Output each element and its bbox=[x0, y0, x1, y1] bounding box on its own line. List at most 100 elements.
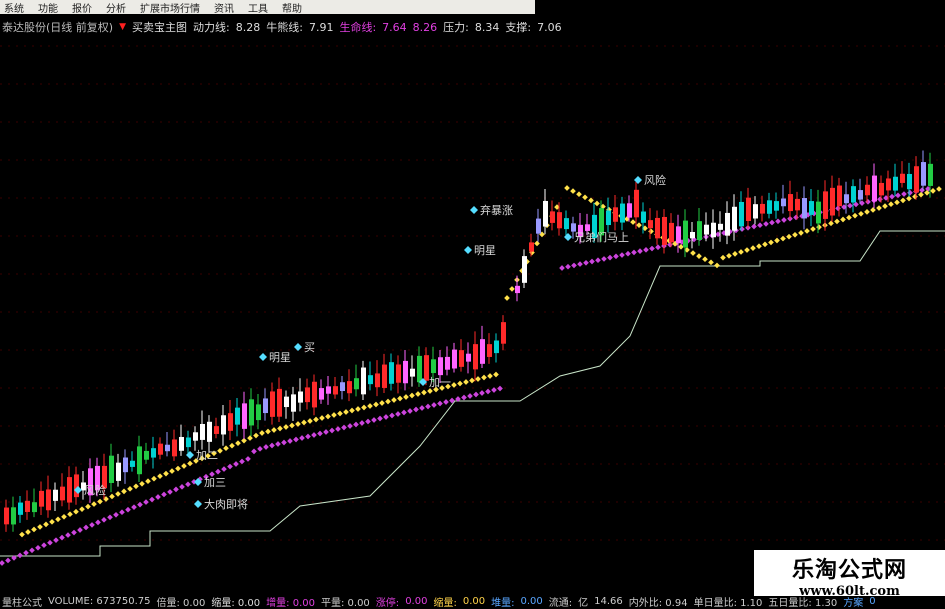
candle-body bbox=[18, 502, 23, 515]
candle-body bbox=[11, 507, 16, 525]
support-dot bbox=[253, 432, 259, 439]
watermark-title: 乐淘公式网 bbox=[791, 557, 907, 583]
candle-body bbox=[60, 486, 65, 501]
candle-body bbox=[382, 364, 387, 388]
power-value: 8.28 bbox=[235, 20, 261, 34]
trend-dot bbox=[413, 406, 419, 413]
candle-body bbox=[739, 201, 744, 227]
candle-body bbox=[879, 182, 884, 196]
annotation-marker-icon bbox=[294, 343, 302, 351]
candle-body bbox=[186, 437, 191, 448]
candle-body bbox=[431, 359, 436, 374]
support-dot bbox=[678, 244, 684, 250]
menu-market[interactable]: 扩展市场行情 bbox=[140, 0, 200, 15]
candle-body bbox=[473, 344, 478, 370]
trend-dot bbox=[491, 387, 497, 393]
trend-dot bbox=[131, 504, 137, 510]
menu-quote[interactable]: 报价 bbox=[72, 0, 92, 15]
trend-dot bbox=[763, 221, 769, 227]
menu-function[interactable]: 功能 bbox=[38, 0, 58, 15]
candle-body bbox=[46, 489, 51, 511]
support-dot bbox=[924, 189, 930, 196]
volume-value: VOLUME: 673750.75 bbox=[48, 596, 151, 607]
expand-volume: 增量: 0.00 bbox=[266, 598, 315, 609]
support-dot bbox=[259, 430, 265, 436]
trend-dot bbox=[347, 423, 353, 429]
support-dot bbox=[367, 403, 373, 409]
support-dot bbox=[509, 286, 515, 292]
trend-dot bbox=[71, 529, 77, 536]
trend-dot bbox=[577, 261, 583, 267]
support-dot bbox=[331, 412, 337, 418]
menu-info[interactable]: 资讯 bbox=[214, 0, 234, 15]
candle-body bbox=[480, 339, 485, 364]
life-label: 生命线: bbox=[339, 21, 377, 34]
candle-body bbox=[690, 231, 695, 239]
label-a: 涨停: bbox=[375, 598, 400, 609]
candle-body bbox=[858, 190, 863, 200]
candle-body bbox=[718, 223, 723, 230]
candle-body bbox=[319, 388, 324, 400]
candlestick-chart[interactable]: 风险加二加三大肉即将明星买加一弃暴涨明星兄弟们马上风险 bbox=[0, 36, 945, 592]
support-dot bbox=[313, 416, 319, 423]
support-dot bbox=[361, 404, 367, 411]
annotation-label: 明星 bbox=[269, 351, 291, 364]
annotation-label: 兄弟们马上 bbox=[574, 230, 629, 244]
candle-body bbox=[802, 198, 807, 219]
menu-tools[interactable]: 工具 bbox=[248, 0, 268, 15]
candle-body bbox=[557, 212, 562, 229]
trend-dot bbox=[125, 506, 131, 513]
candle-body bbox=[606, 210, 611, 226]
candle-body bbox=[200, 423, 205, 440]
support-dot bbox=[756, 243, 762, 250]
candle-body bbox=[375, 373, 380, 388]
candle-body bbox=[648, 220, 653, 229]
support-dot bbox=[786, 233, 792, 240]
menu-analysis[interactable]: 分析 bbox=[106, 0, 126, 15]
annotation-label: 加二 bbox=[196, 449, 218, 462]
support-value: 7.06 bbox=[537, 20, 562, 34]
candle-body bbox=[235, 407, 240, 425]
menu-help[interactable]: 帮助 bbox=[282, 0, 302, 15]
support-dot bbox=[403, 394, 409, 400]
value-b: 0.00 bbox=[462, 596, 486, 607]
candle-body bbox=[347, 381, 352, 394]
stop-line-path bbox=[0, 230, 945, 557]
candle-body bbox=[886, 178, 891, 191]
support-dot bbox=[349, 407, 355, 414]
candle-body bbox=[445, 356, 450, 370]
support-dot bbox=[229, 442, 235, 449]
annotation-label: 加一 bbox=[429, 376, 451, 389]
support-dot bbox=[379, 400, 385, 406]
trend-dot bbox=[245, 456, 251, 462]
trend-dot bbox=[847, 202, 853, 209]
support-dot bbox=[373, 401, 379, 408]
support-dot bbox=[846, 214, 852, 221]
candle-body bbox=[193, 432, 198, 441]
trend-dot bbox=[215, 468, 221, 475]
candle-body bbox=[249, 399, 254, 426]
trend-dot bbox=[877, 196, 883, 203]
support-dot bbox=[636, 222, 642, 228]
candle-body bbox=[844, 194, 849, 204]
candle-body bbox=[410, 368, 415, 377]
value-a: 0.00 bbox=[405, 596, 428, 607]
menu-system[interactable]: 系统 bbox=[4, 0, 24, 15]
value-c: 0.00 bbox=[520, 596, 543, 607]
trend-dot bbox=[281, 439, 287, 446]
trend-dot bbox=[389, 412, 395, 419]
support-dot bbox=[325, 413, 331, 420]
trend-dot bbox=[371, 417, 377, 423]
candle-body bbox=[340, 382, 345, 392]
support-dot bbox=[109, 493, 115, 500]
support-dot bbox=[481, 374, 487, 381]
support-dot bbox=[133, 483, 139, 490]
candle-body bbox=[753, 204, 758, 219]
candle-body bbox=[809, 201, 814, 215]
candle-body bbox=[298, 391, 303, 403]
formula-name[interactable]: 量柱公式 bbox=[2, 594, 42, 609]
candle-body bbox=[403, 360, 408, 384]
trend-dot bbox=[89, 522, 95, 528]
support-dot bbox=[397, 395, 403, 402]
support-dot bbox=[139, 480, 145, 487]
